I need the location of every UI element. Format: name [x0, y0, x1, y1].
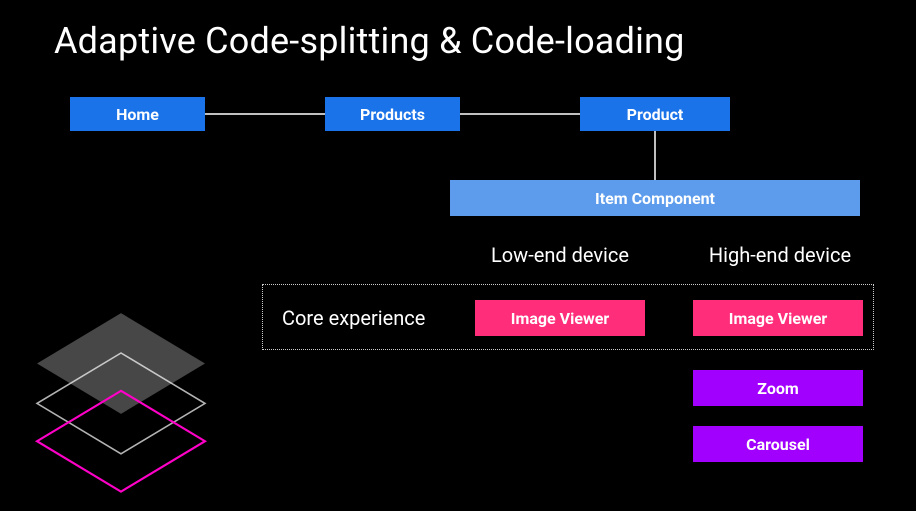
page-title: Adaptive Code-splitting & Code-loading — [54, 20, 685, 62]
module-high-carousel: Carousel — [693, 426, 863, 462]
diagram-stage: Adaptive Code-splitting & Code-loading H… — [0, 0, 916, 511]
core-experience-label: Core experience — [282, 306, 425, 330]
column-header-low: Low-end device — [470, 243, 650, 267]
node-item-component: Item Component — [450, 180, 860, 216]
node-products: Products — [325, 97, 460, 131]
node-label: Zoom — [757, 379, 798, 398]
module-low-image-viewer: Image Viewer — [475, 300, 645, 336]
node-product: Product — [580, 97, 730, 131]
node-label: Item Component — [595, 189, 715, 208]
module-high-zoom: Zoom — [693, 370, 863, 406]
node-label: Home — [116, 105, 159, 124]
column-header-high: High-end device — [690, 243, 870, 267]
node-label: Image Viewer — [729, 309, 827, 328]
layers-icon — [16, 290, 226, 500]
node-label: Carousel — [746, 435, 810, 454]
node-label: Product — [627, 105, 684, 124]
module-high-image-viewer: Image Viewer — [693, 300, 863, 336]
node-label: Image Viewer — [511, 309, 609, 328]
node-home: Home — [70, 97, 205, 131]
node-label: Products — [360, 105, 425, 124]
